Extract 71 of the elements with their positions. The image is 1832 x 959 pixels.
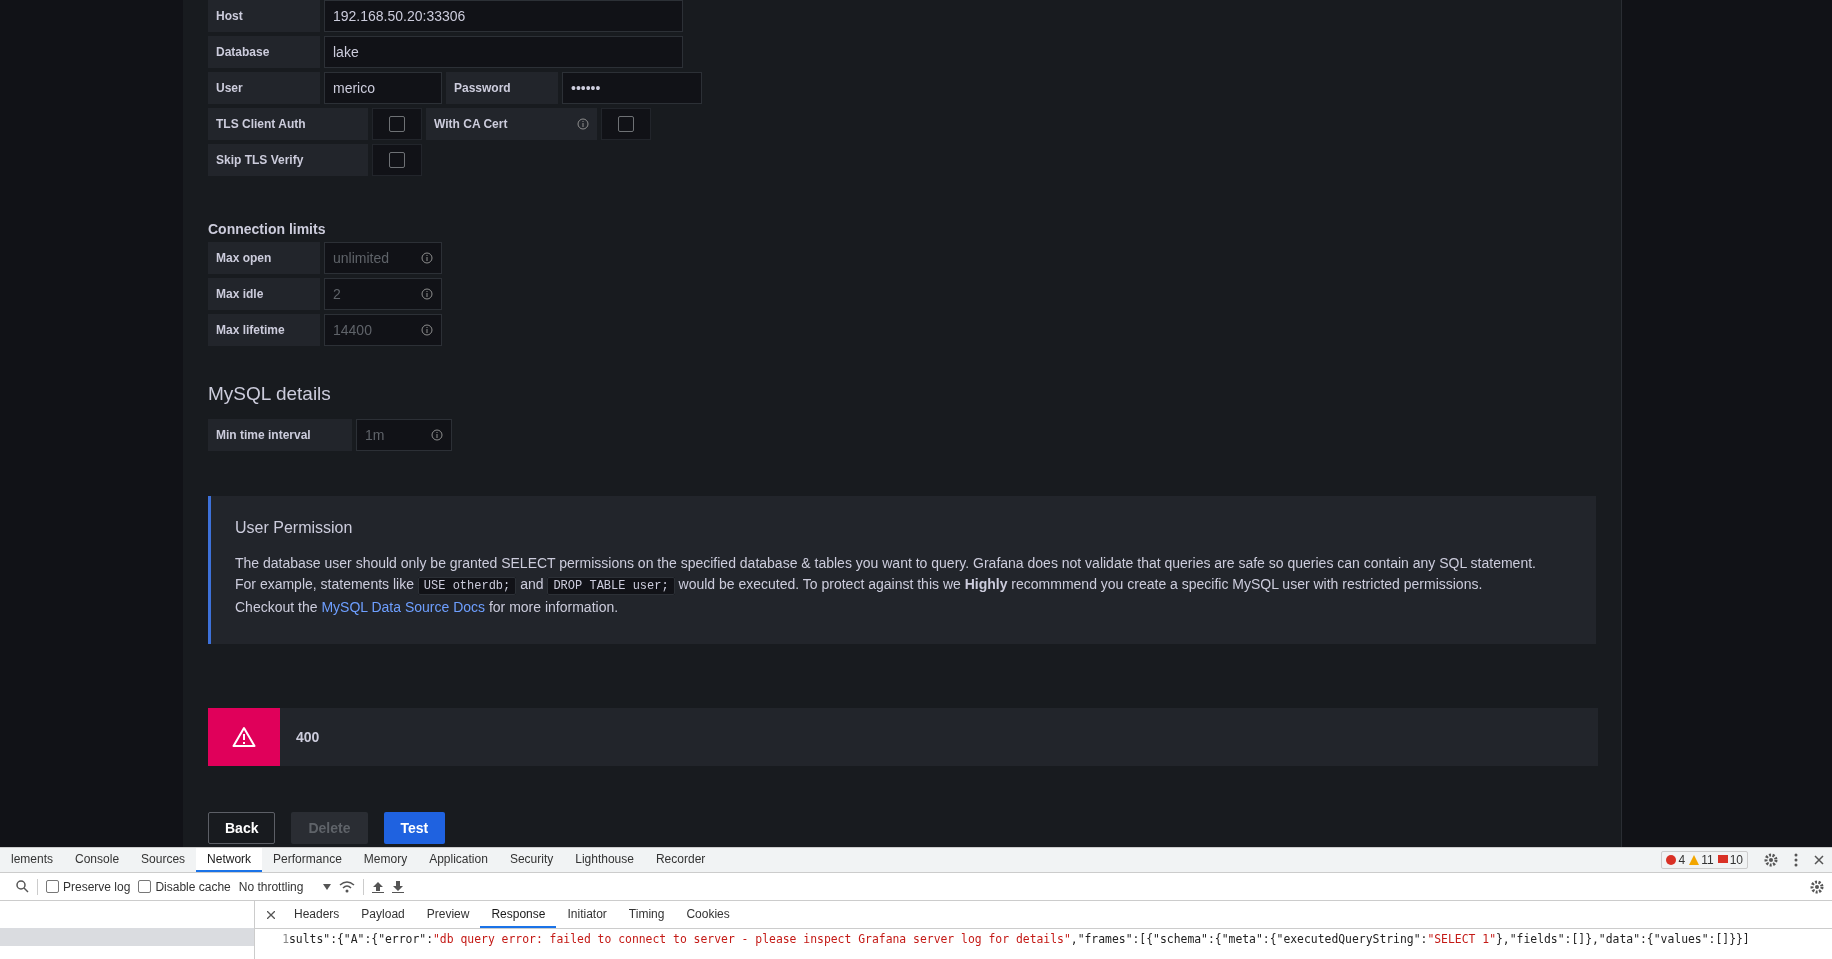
field-label: Max lifetime [208,314,320,346]
checkbox[interactable] [389,152,405,168]
label-text: Skip TLS Verify [216,153,304,167]
field-label: Min time interval [208,419,352,451]
info-icon [431,429,443,441]
field-label: Password [446,72,558,104]
wifi-icon[interactable] [339,880,356,893]
panel-title: User Permission [235,519,354,537]
detail-tab[interactable]: Cookies [675,901,741,929]
count-text: 11 [1701,853,1714,868]
field-label: Host [208,0,320,32]
warning-icon [232,726,256,748]
info-icon [421,252,433,264]
devtools-tab[interactable]: Sources [130,848,197,873]
issue-counter[interactable]: 4 11 10 [1661,851,1748,870]
devtools-tab[interactable]: lements [0,848,65,873]
devtools-tab[interactable]: Performance [262,848,353,873]
notice-text: For example, statements like USE otherdb; and DROP TABLE user; would be executed. To protect against this we Highly recommmend you create a specific MySQL user with restricted permissions. [235,575,1484,597]
detail-tab[interactable]: Timing [617,901,676,929]
download-icon[interactable] [392,880,405,893]
devtools-tab[interactable]: Application [418,848,499,873]
throttling-select[interactable]: No throttling [238,879,304,894]
error-icon [1666,855,1677,866]
field-label: Max open [208,242,320,274]
devtools-tab[interactable]: Lighthouse [564,848,645,873]
input-field[interactable]: merico [324,72,442,104]
devtools-tab[interactable]: Network [196,848,263,873]
checkbox[interactable] [618,116,634,132]
docs-link[interactable]: MySQL Data Source Docs [321,599,486,615]
field-label: User [208,72,320,104]
input-field[interactable]: 192.168.50.20:33306 [324,0,683,32]
more-icon[interactable] [1794,853,1798,868]
message-icon [1717,855,1728,866]
warning-icon [1689,855,1700,866]
settings-icon[interactable] [1764,853,1778,868]
devtools-tab[interactable]: Recorder [644,848,717,873]
label-text: With CA Cert [434,117,508,131]
detail-tab[interactable]: Preview [415,901,481,929]
count-text: 10 [1729,853,1743,868]
input-field[interactable]: lake [324,36,683,68]
notice-text: The database user should only be granted SELECT permissions on the specified database & tables you want to query. Grafana does not validate that queries are safe so queries can contain any SQL statement. [235,554,1537,573]
count-text: 4 [1678,853,1686,868]
action-button[interactable]: Test [383,812,446,844]
response-code: sults":{"A":{"error":"db query error: failed to connect to server - please inspect Grafana server log for details","frames":[{"schema":{"meta":{"executedQueryString":"SELECT 1"},"fields":[]},"data":{"values":[]}}] [289,932,1750,947]
action-button[interactable]: Back [208,812,276,844]
option-checkbox[interactable]: Preserve log [46,879,131,894]
field-label: Max idle [208,278,320,310]
input-field[interactable]: •••••• [562,72,702,104]
search-icon[interactable] [16,880,29,894]
info-icon [421,288,433,300]
line-number: 1 [281,932,289,947]
error-message: 400 [296,729,320,745]
settings-icon[interactable] [1810,879,1824,894]
devtools-tab[interactable]: Memory [352,848,419,873]
detail-tab[interactable]: Payload [350,901,416,929]
detail-tab[interactable]: Headers [283,901,351,929]
info-icon [421,324,433,336]
checkbox[interactable] [389,116,405,132]
devtools-tab[interactable]: Security [498,848,565,873]
label-text: TLS Client Auth [216,117,306,131]
option-checkbox[interactable]: Disable cache [138,879,231,894]
notice-text: Checkout the MySQL Data Source Docs for more information. [235,598,620,617]
field-label: Database [208,36,320,68]
devtools-tab[interactable]: Console [64,848,131,873]
close-icon[interactable] [1814,855,1824,866]
caret-icon[interactable] [323,883,332,890]
detail-tab[interactable]: Initiator [556,901,618,929]
section-heading: MySQL details [208,383,332,405]
section-heading: Connection limits [208,221,327,237]
close-icon[interactable] [267,910,275,919]
upload-icon[interactable] [372,880,385,893]
